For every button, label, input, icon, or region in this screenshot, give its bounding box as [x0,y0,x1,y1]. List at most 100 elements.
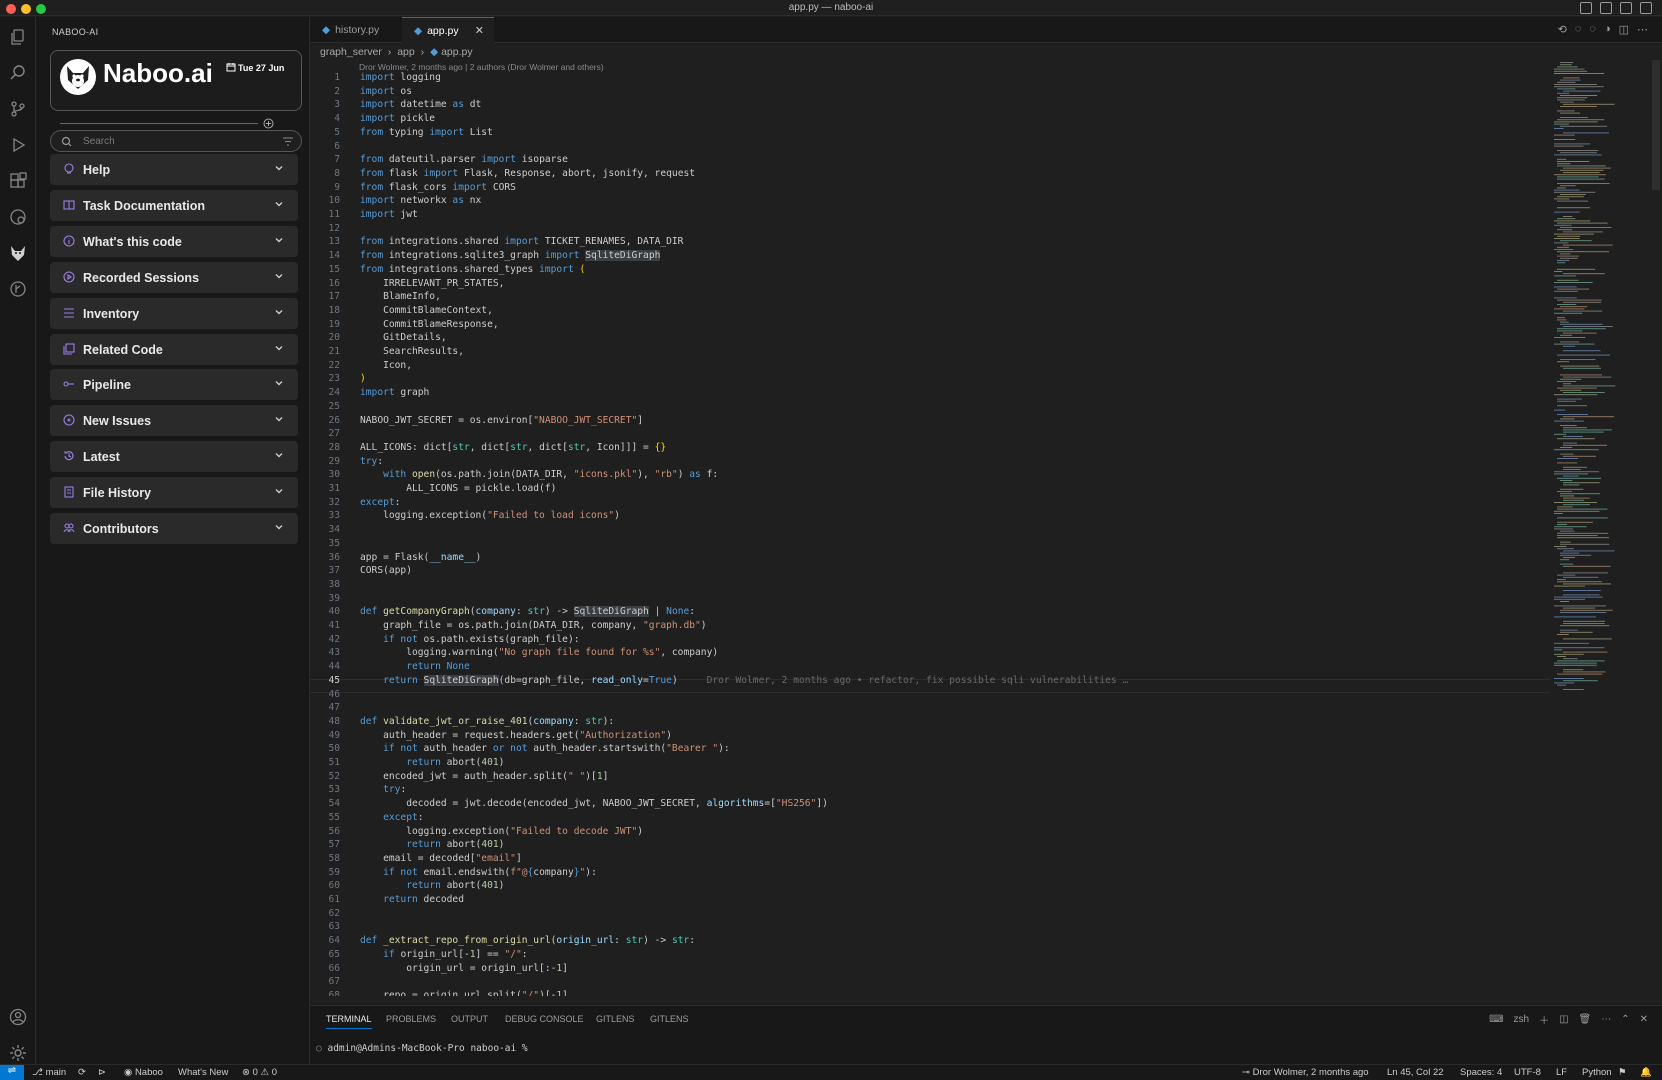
account-icon[interactable] [8,1007,28,1027]
sidebar-search[interactable]: Search [50,130,302,152]
more-actions-icon[interactable]: ⋯ [1601,1014,1611,1025]
code-line: with open(os.path.join(DATA_DIR, "icons.… [383,469,719,481]
minimap-line [1563,416,1614,418]
panel-file-history[interactable]: File History [50,477,298,509]
tab-debug-console[interactable]: DEBUG CONSOLE [505,1014,584,1024]
chevron-down-icon[interactable] [274,343,284,353]
customize-layout-icon[interactable] [1640,2,1652,14]
naboo-extension-icon[interactable] [8,243,28,263]
minimap-line [1560,101,1574,103]
panel-label: What's this code [83,234,182,249]
tab-app-py[interactable]: ◆ app.py ✕ [402,17,494,43]
whats-new[interactable]: What's New [178,1067,228,1078]
play-circle-icon [63,271,75,283]
previous-change-icon[interactable]: ◌ [1575,23,1582,36]
shell-name[interactable]: zsh [1514,1014,1530,1025]
chevron-down-icon[interactable] [274,450,284,460]
close-panel-icon[interactable]: ✕ [1640,1014,1648,1025]
gitlens-compare-icon[interactable]: ◑ [1604,23,1611,36]
code-line: from integrations.shared_types import ( [360,263,586,275]
terminal-output[interactable]: ○ admin@Admins-MacBook-Pro naboo-ai % [316,1043,528,1054]
language-mode[interactable]: Python [1582,1067,1612,1078]
add-circle-icon[interactable] [263,118,274,129]
close-tab-icon[interactable]: ✕ [475,24,484,37]
code-editor[interactable]: 1 import logging 2 import os 3 import datet… [310,71,1550,996]
tab-history-py[interactable]: ◆ history.py [310,17,402,43]
chevron-down-icon[interactable] [274,522,284,532]
chevron-down-icon[interactable] [274,163,284,173]
search-icon[interactable] [8,63,28,83]
chevron-down-icon[interactable] [274,378,284,388]
compare-changes-icon[interactable]: ⟲ [1558,23,1567,36]
more-actions-icon[interactable]: ⋯ [1637,23,1648,36]
minimap[interactable] [1550,60,1650,720]
toggle-panel-icon[interactable] [1600,2,1612,14]
remote-explorer-icon[interactable] [8,207,28,227]
code-line: ALL_ICONS = pickle.load(f) [360,483,557,494]
minimap-line [1563,367,1601,369]
filter-icon[interactable] [283,137,293,146]
tab-gitlens[interactable]: GITLENS [650,1014,689,1024]
panel-what-s-this-code[interactable]: What's this code [50,225,298,257]
vertical-scrollbar[interactable] [1652,60,1660,190]
panel-recorded-sessions[interactable]: Recorded Sessions [50,261,298,293]
panel-related-code[interactable]: Related Code [50,333,298,365]
panel-task-documentation[interactable]: Task Documentation [50,189,298,221]
indentation[interactable]: Spaces: 4 [1460,1067,1502,1078]
split-terminal-icon[interactable]: ◫ [1559,1014,1568,1025]
chevron-down-icon[interactable] [274,199,284,209]
branch-indicator[interactable]: ⎇ main [32,1067,66,1078]
split-editor-icon[interactable]: ◫ [1619,23,1629,36]
blame-status[interactable]: ⊸ Dror Wolmer, 2 months ago [1242,1067,1369,1078]
chevron-down-icon[interactable] [274,486,284,496]
problems-indicator[interactable]: ⊗ 0 ⚠ 0 [242,1067,277,1078]
panel-inventory[interactable]: Inventory [50,297,298,329]
notifications-icon[interactable]: 🔔 [1640,1067,1652,1078]
manage-gear-icon[interactable] [8,1043,28,1063]
naboo-status[interactable]: ◉ Naboo [124,1067,163,1078]
tab-problems[interactable]: PROBLEMS [386,1014,436,1024]
kill-terminal-icon[interactable]: 🗑 [1579,1014,1592,1025]
toggle-secondary-sidebar-icon[interactable] [1620,2,1632,14]
panel-help[interactable]: Help [50,154,298,185]
feedback-icon[interactable]: ⚑ [1618,1067,1627,1078]
panel-latest[interactable]: Latest [50,441,298,473]
next-change-icon[interactable]: ◌ [1589,23,1596,36]
code-line: repo = origin_url.split("/")[-1] [360,989,568,996]
chevron-down-icon[interactable] [274,307,284,317]
sync-icon[interactable]: ⟳ [78,1067,86,1078]
end-of-line[interactable]: LF [1556,1067,1567,1078]
new-terminal-icon[interactable]: ＋ [1539,1012,1549,1027]
tab-gitlens[interactable]: GITLENS [596,1014,635,1024]
minimap-line [1557,491,1573,492]
encoding[interactable]: UTF-8 [1514,1067,1541,1078]
extensions-icon[interactable] [8,171,28,191]
python-file-icon: ◆ [322,24,331,36]
panel-pipeline[interactable]: Pipeline [50,369,298,401]
run-debug-icon[interactable] [8,135,28,155]
minimap-line [1560,530,1575,532]
minimap-line [1554,86,1604,88]
inline-blame[interactable]: Dror Wolmer, 2 months ago • refactor, fi… [707,675,1129,686]
breadcrumb-item[interactable]: app.py [441,46,473,58]
panel-new-issues[interactable]: New Issues [50,405,298,437]
breadcrumb-item[interactable]: app [397,46,415,58]
tab-output[interactable]: OUTPUT [451,1014,488,1024]
maximize-panel-icon[interactable]: ⌃ [1621,1014,1629,1025]
chevron-down-icon[interactable] [274,235,284,245]
breadcrumb-item[interactable]: graph_server [320,46,382,58]
chevron-down-icon[interactable] [274,414,284,424]
chevron-down-icon[interactable] [274,271,284,281]
code-line: return abort(401) [406,839,505,851]
gitlens-icon[interactable] [8,279,28,299]
panel-contributors[interactable]: Contributors [50,513,298,544]
remote-indicator-icon[interactable]: ⇌ [0,1065,24,1080]
tab-terminal[interactable]: TERMINAL [326,1014,372,1029]
toggle-sidebar-icon[interactable] [1580,2,1592,14]
explorer-icon[interactable] [8,27,28,47]
source-control-icon[interactable] [8,99,28,119]
minimap-line [1557,97,1588,99]
run-icon[interactable]: ⊳ [98,1067,106,1078]
cursor-position[interactable]: Ln 45, Col 22 [1387,1067,1444,1078]
code-line: decoded = jwt.decode(encoded_jwt, NABOO_… [360,798,828,810]
